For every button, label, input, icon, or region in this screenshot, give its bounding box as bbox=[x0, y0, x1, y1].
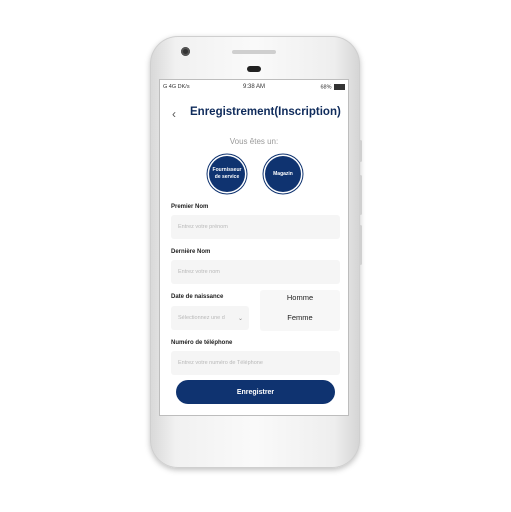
last-name-label: Dernière Nom bbox=[171, 249, 211, 255]
side-button bbox=[359, 140, 362, 162]
last-name-input[interactable]: Entrez votre nom bbox=[171, 260, 340, 284]
page-title: Enregistrement(Inscription) bbox=[190, 106, 341, 118]
type-provider-button[interactable]: Fournisseur de service bbox=[209, 156, 245, 192]
volume-down-button bbox=[359, 225, 362, 265]
chevron-left-icon[interactable]: ‹ bbox=[172, 107, 176, 121]
status-time: 9:38 AM bbox=[243, 84, 266, 90]
type-store-button[interactable]: Magazin bbox=[265, 156, 301, 192]
phone-input[interactable]: Entrez votre numéro de Téléphone bbox=[171, 351, 340, 375]
phone-label: Numéro de téléphone bbox=[171, 340, 233, 346]
status-battery: 68% bbox=[284, 83, 346, 91]
proximity-sensor bbox=[247, 66, 261, 72]
speaker-grille bbox=[232, 50, 276, 54]
volume-up-button bbox=[359, 175, 362, 215]
first-name-label: Premier Nom bbox=[171, 204, 209, 210]
status-network: G 4G DK/s bbox=[163, 84, 190, 90]
chevron-down-icon: ⌄ bbox=[237, 315, 243, 322]
app-screen: G 4G DK/s 9:38 AM 68% ‹ Enregistrement(I… bbox=[159, 79, 349, 416]
user-type-prompt: Vous êtes un: bbox=[229, 137, 279, 146]
battery-icon bbox=[334, 83, 346, 90]
app-header: ‹ Enregistrement(Inscription) bbox=[160, 104, 348, 124]
birth-date-label: Date de naissance bbox=[171, 294, 224, 300]
register-button[interactable]: Enregistrer bbox=[176, 380, 335, 404]
gender-option-male[interactable]: Homme bbox=[260, 293, 340, 302]
battery-percent: 68% bbox=[320, 84, 332, 91]
birth-date-select[interactable]: Sélectionnez une d ⌄ bbox=[171, 306, 249, 330]
birth-date-placeholder: Sélectionnez une d bbox=[178, 315, 225, 321]
gender-option-female[interactable]: Femme bbox=[260, 313, 340, 322]
status-bar: G 4G DK/s 9:38 AM 68% bbox=[160, 80, 348, 94]
gender-selector: Homme Femme bbox=[260, 290, 340, 331]
camera-icon bbox=[181, 47, 190, 56]
first-name-input[interactable]: Entrez votre prénom bbox=[171, 215, 340, 239]
